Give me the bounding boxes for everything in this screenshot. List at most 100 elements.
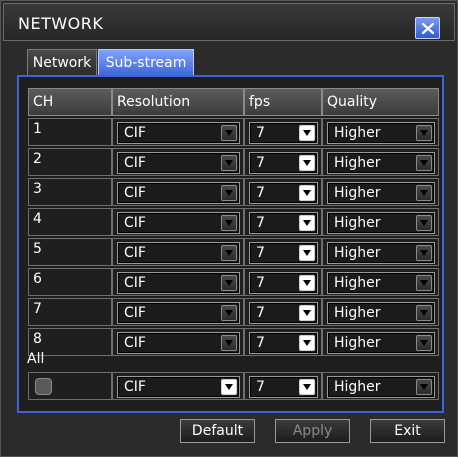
fps-cell: 7 [244,298,322,326]
all-checkbox[interactable] [35,378,52,395]
resolution-cell: CIF [112,208,244,236]
table-row: 1 CIF 7 Higher [28,118,439,146]
chevron-down-icon [299,305,315,321]
column-header-quality: Quality [322,88,439,116]
all-fps-dropdown[interactable]: 7 [249,376,318,398]
dropdown-value: 7 [256,155,265,171]
resolution-dropdown[interactable]: CIF [117,272,240,294]
quality-dropdown[interactable]: Higher [327,302,435,324]
chevron-down-icon [221,275,237,291]
fps-dropdown[interactable]: 7 [249,152,318,174]
quality-dropdown[interactable]: Higher [327,182,435,204]
resolution-cell: CIF [112,268,244,296]
chevron-down-icon [221,155,237,171]
title-bar: NETWORK [3,3,455,41]
fps-dropdown[interactable]: 7 [249,272,318,294]
close-button[interactable] [415,17,440,39]
channel-cell: 3 [28,178,112,206]
fps-cell: 7 [244,208,322,236]
fps-dropdown[interactable]: 7 [249,332,318,354]
channel-number: 7 [33,301,42,317]
channel-cell: 7 [28,298,112,326]
chevron-down-icon [221,215,237,231]
all-row: CIF 7 Higher [28,372,439,400]
fps-cell: 7 [244,148,322,176]
chevron-down-icon [221,245,237,261]
channel-number: 2 [33,151,42,167]
default-button[interactable]: Default [180,419,255,443]
all-quality-dropdown[interactable]: Higher [327,376,435,398]
all-resolution-cell: CIF [112,372,244,400]
quality-dropdown[interactable]: Higher [327,272,435,294]
dropdown-value: 7 [256,125,265,141]
channel-number: 1 [33,121,42,137]
dropdown-value: 7 [256,245,265,261]
dropdown-value: CIF [124,185,146,201]
dropdown-value: CIF [124,275,146,291]
chevron-down-icon [299,335,315,351]
table-row: 5 CIF 7 Higher [28,238,439,266]
resolution-dropdown[interactable]: CIF [117,122,240,144]
channel-number: 5 [33,241,42,257]
fps-dropdown[interactable]: 7 [249,302,318,324]
quality-dropdown[interactable]: Higher [327,332,435,354]
channel-number: 3 [33,181,42,197]
resolution-dropdown[interactable]: CIF [117,212,240,234]
resolution-dropdown[interactable]: CIF [117,332,240,354]
tab-sub-stream[interactable]: Sub-stream [98,49,194,76]
all-quality-cell: Higher [322,372,439,400]
resolution-cell: CIF [112,178,244,206]
resolution-cell: CIF [112,238,244,266]
apply-button[interactable]: Apply [275,419,350,443]
fps-dropdown[interactable]: 7 [249,122,318,144]
dropdown-value: CIF [124,245,146,261]
fps-cell: 7 [244,118,322,146]
fps-dropdown[interactable]: 7 [249,182,318,204]
resolution-cell: CIF [112,148,244,176]
resolution-dropdown[interactable]: CIF [117,182,240,204]
tab-network[interactable]: Network [27,49,97,76]
chevron-down-icon [299,245,315,261]
quality-dropdown[interactable]: Higher [327,212,435,234]
channel-number: 6 [33,271,42,287]
fps-dropdown[interactable]: 7 [249,242,318,264]
dropdown-value: Higher [334,379,381,395]
quality-cell: Higher [322,268,439,296]
all-resolution-dropdown[interactable]: CIF [117,376,240,398]
chevron-down-icon [299,185,315,201]
fps-cell: 7 [244,178,322,206]
dropdown-value: Higher [334,335,381,351]
window-title: NETWORK [18,14,104,33]
resolution-dropdown[interactable]: CIF [117,152,240,174]
fps-dropdown[interactable]: 7 [249,212,318,234]
chevron-down-icon [416,155,432,171]
dropdown-value: 7 [256,275,265,291]
all-label: All [27,351,45,367]
chevron-down-icon [416,245,432,261]
dropdown-value: Higher [334,215,381,231]
table-row: 2 CIF 7 Higher [28,148,439,176]
quality-dropdown[interactable]: Higher [327,122,435,144]
chevron-down-icon [221,305,237,321]
all-fps-cell: 7 [244,372,322,400]
dropdown-value: CIF [124,335,146,351]
quality-cell: Higher [322,178,439,206]
quality-dropdown[interactable]: Higher [327,152,435,174]
chevron-down-icon [299,275,315,291]
exit-button[interactable]: Exit [370,419,445,443]
dropdown-value: CIF [124,305,146,321]
quality-cell: Higher [322,148,439,176]
quality-dropdown[interactable]: Higher [327,242,435,264]
channel-cell: 4 [28,208,112,236]
table-row: 7 CIF 7 Higher [28,298,439,326]
dropdown-value: 7 [256,185,265,201]
resolution-dropdown[interactable]: CIF [117,242,240,264]
quality-cell: Higher [322,118,439,146]
chevron-down-icon [416,305,432,321]
chevron-down-icon [416,335,432,351]
column-header-fps: fps [244,88,322,116]
quality-cell: Higher [322,298,439,326]
channel-cell: 1 [28,118,112,146]
table-row: 4 CIF 7 Higher [28,208,439,236]
resolution-dropdown[interactable]: CIF [117,302,240,324]
